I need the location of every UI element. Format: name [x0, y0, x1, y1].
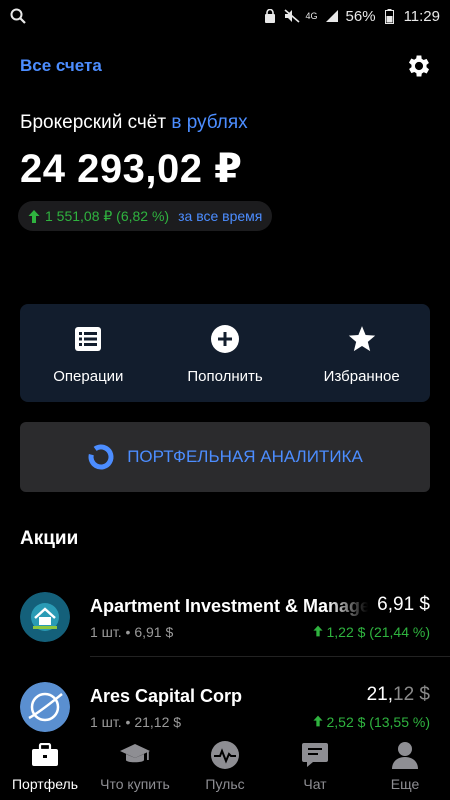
stock-price: 6,91 $ — [377, 594, 430, 616]
account-title: Брокерский счёт в рублях — [20, 112, 248, 134]
account-balance: 24 293,02 ₽ — [20, 147, 243, 191]
operations-label: Операции — [53, 368, 124, 385]
favorites-button[interactable]: Избранное — [293, 304, 430, 402]
chat-icon — [300, 740, 330, 770]
nav-portfolio[interactable]: Портфель — [0, 735, 90, 800]
stock-price-dim: 12 $ — [393, 684, 430, 705]
stock-price-main: 21, — [366, 684, 394, 705]
aiv-logo-icon — [20, 592, 70, 642]
donut-chart-icon — [88, 444, 114, 470]
mute-icon — [283, 8, 300, 24]
list-icon — [73, 324, 103, 354]
stock-change: 1,22 $ (21,44 %) — [313, 624, 430, 640]
stock-change-value: 1,22 $ (21,44 %) — [326, 624, 430, 640]
stock-change: 2,52 $ (13,55 %) — [313, 714, 430, 730]
arrow-up-icon — [28, 209, 40, 223]
portfolio-analytics-label: ПОРТФЕЛЬНАЯ АНАЛИТИКА — [127, 447, 363, 466]
nav-pulse[interactable]: Пульс — [180, 735, 270, 800]
battery-icon — [382, 8, 398, 24]
stock-row[interactable]: Apartment Investment & Management 1 шт. … — [0, 582, 450, 662]
total-gain-badge[interactable]: 1 551,08 ₽ (6,82 %) за все время — [18, 201, 273, 231]
bottom-nav: Портфель Что купить Пульс Чат Еще — [0, 735, 450, 800]
ares-logo-icon — [20, 682, 70, 732]
network-type: 4G — [305, 11, 318, 21]
nav-chat[interactable]: Чат — [270, 735, 360, 800]
arrow-up-icon — [313, 625, 323, 637]
lock-icon — [262, 8, 278, 24]
battery-level: 56% — [345, 7, 376, 25]
plus-circle-icon — [210, 324, 240, 354]
nav-more-label: Еще — [390, 776, 420, 792]
arrow-up-icon — [313, 715, 323, 727]
pulse-icon — [210, 740, 240, 770]
status-bar: 4G 56% 11:29 — [0, 0, 450, 32]
portfolio-analytics-button[interactable]: ПОРТФЕЛЬНАЯ АНАЛИТИКА — [20, 422, 430, 492]
clock: 11:29 — [403, 7, 440, 25]
account-currency-link[interactable]: в рублях — [171, 112, 247, 133]
operations-button[interactable]: Операции — [20, 304, 157, 402]
actions-card: Операции Пополнить Избранное — [20, 304, 430, 402]
briefcase-icon — [30, 740, 60, 770]
gear-icon — [408, 55, 430, 77]
nav-pulse-label: Пульс — [205, 776, 245, 792]
stock-change-value: 2,52 $ (13,55 %) — [326, 714, 430, 730]
header: Все счета — [20, 48, 434, 84]
nav-what-to-buy[interactable]: Что купить — [90, 735, 180, 800]
account-type: Брокерский счёт — [20, 112, 167, 133]
nav-what-to-buy-label: Что купить — [100, 776, 170, 792]
top-up-label: Пополнить — [187, 368, 263, 385]
stock-name: Ares Capital Corp — [90, 686, 243, 706]
stock-price-main: 6,91 $ — [377, 594, 430, 615]
nav-more[interactable]: Еще — [360, 735, 450, 800]
settings-button[interactable] — [404, 51, 434, 81]
nav-chat-label: Чат — [303, 776, 327, 792]
stock-price: 21,12 $ — [367, 684, 430, 706]
stock-quantity: 1 шт. • 6,91 $ — [90, 624, 174, 640]
favorites-label: Избранное — [323, 368, 400, 385]
total-gain-value: 1 551,08 ₽ (6,82 %) — [45, 207, 170, 224]
profile-icon — [390, 740, 420, 770]
all-accounts-link[interactable]: Все счета — [20, 56, 102, 76]
star-icon — [347, 324, 377, 354]
nav-portfolio-label: Портфель — [11, 776, 79, 792]
search-icon — [10, 8, 26, 24]
top-up-button[interactable]: Пополнить — [157, 304, 294, 402]
section-title-stocks: Акции — [20, 528, 79, 549]
graduation-cap-icon — [120, 740, 150, 770]
signal-icon — [324, 8, 340, 24]
stock-name: Apartment Investment & Management — [90, 596, 368, 616]
gain-period: за все время — [178, 208, 263, 224]
divider — [90, 656, 450, 657]
stock-quantity: 1 шт. • 21,12 $ — [90, 714, 182, 730]
